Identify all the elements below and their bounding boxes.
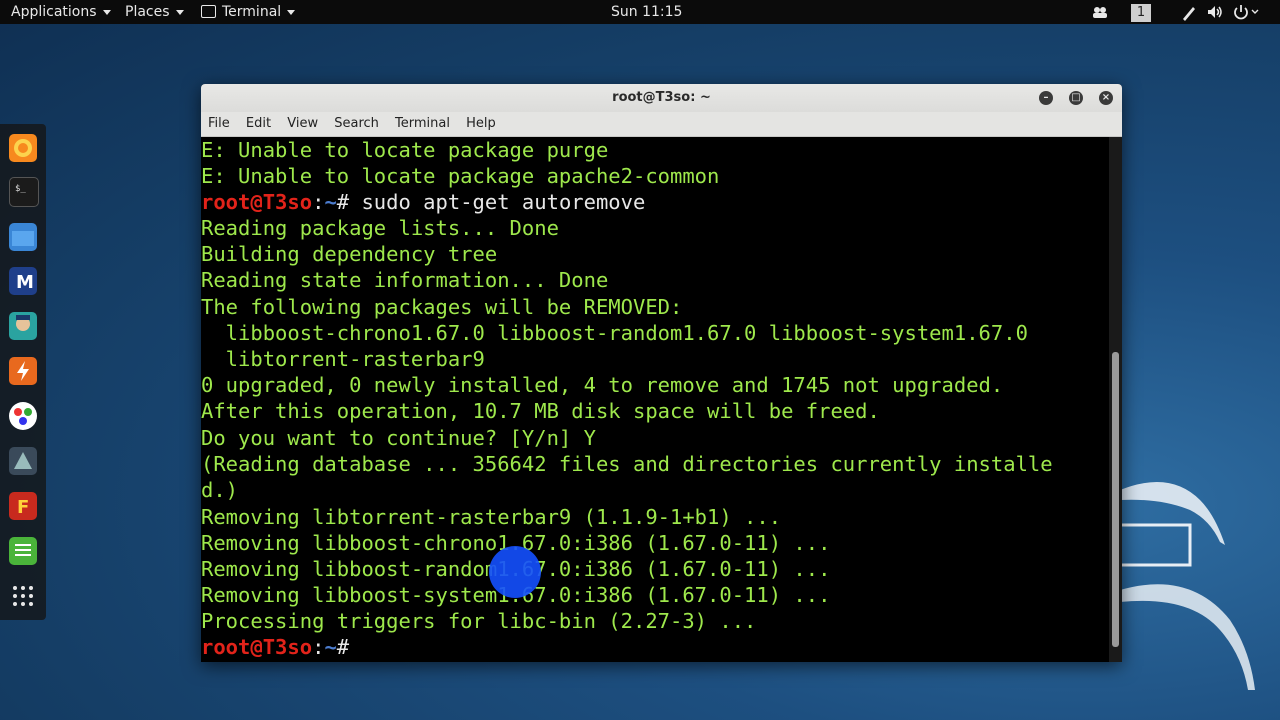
prompt-sep: : [312,190,325,214]
output-line: libtorrent-rasterbar9 [201,347,485,371]
output-line: E: Unable to locate package apache2-comm… [201,164,720,188]
menubar: File Edit View Search Terminal Help [201,112,1122,137]
output-line: Do you want to continue? [Y/n] Y [201,426,596,450]
output-line: Reading package lists... Done [201,216,559,240]
terminal-icon [201,4,216,18]
command-text: sudo apt-get autoremove [349,190,646,214]
current-prompt: root@T3so:~# [201,634,349,660]
menu-search[interactable]: Search [334,112,379,136]
applications-menu[interactable]: Applications [11,0,111,24]
beef-icon[interactable] [9,447,37,475]
top-panel: Applications Places Terminal Sun 11:15 1 [0,0,1280,24]
prompt-dir: ~ [324,635,337,659]
mouse-cursor-highlight [489,546,541,598]
command-line: root@T3so:~# sudo apt-get autoremove [201,189,645,215]
pen-icon[interactable] [1181,0,1197,24]
files-icon[interactable] [9,223,37,251]
workspace-number: 1 [1131,4,1151,22]
svg-text:$_: $_ [15,184,26,194]
svg-text:M: M [16,272,34,293]
svg-text:F: F [17,497,29,518]
output-line: Removing libtorrent-rasterbar9 (1.1.9-1+… [201,505,782,529]
output-line: libboost-chrono1.67.0 libboost-random1.6… [201,321,1028,345]
kali-dragon-logo [1120,482,1255,690]
scrollbar[interactable] [1109,137,1122,662]
terminal-window: root@T3so: ~ – □ × File Edit View Search… [201,84,1122,662]
output-line: 0 upgraded, 0 newly installed, 4 to remo… [201,373,1004,397]
terminal-app-menu[interactable]: Terminal [201,0,296,24]
power-icon[interactable] [1233,0,1261,24]
menu-terminal[interactable]: Terminal [395,112,450,136]
burpsuite-icon[interactable] [9,357,37,385]
faraday-icon[interactable]: F [9,492,37,520]
prompt-hash: # [336,635,350,659]
prompt-dir: ~ [324,190,337,214]
terminal-app-label: Terminal [222,4,282,20]
output-line: E: Unable to locate package purge [201,138,609,162]
prompt-user: root@T3so [201,635,313,659]
volume-icon[interactable] [1206,0,1224,24]
window-titlebar[interactable]: root@T3so: ~ – □ × [201,84,1122,112]
terminal-icon[interactable]: $_ [9,177,39,207]
scrollbar-thumb[interactable] [1112,352,1119,647]
window-title: root@T3so: ~ [612,90,711,105]
places-label: Places [125,4,170,20]
applications-label: Applications [11,4,97,20]
workspace-indicator[interactable]: 1 [1131,0,1151,24]
menu-file[interactable]: File [208,112,230,136]
metasploit-icon[interactable]: M [9,267,37,295]
leafpad-icon[interactable] [9,537,37,565]
output-line: The following packages will be REMOVED: [201,295,683,319]
users-icon[interactable] [1092,0,1108,24]
prompt-hash: # [336,190,350,214]
chevron-down-icon [102,9,111,15]
output-line: (Reading database ... 356642 files and d… [201,452,1053,476]
chevron-down-icon [287,9,296,15]
menu-help[interactable]: Help [466,112,496,136]
output-line: Reading state information... Done [201,268,609,292]
firefox-icon[interactable] [9,134,37,162]
prompt-sep: : [312,635,325,659]
places-menu[interactable]: Places [125,0,184,24]
menu-view[interactable]: View [287,112,318,136]
minimize-button[interactable]: – [1039,91,1053,105]
terminal-output[interactable]: E: Unable to locate package purge E: Una… [201,137,1109,662]
dock: $_ M F [0,124,46,620]
chevron-down-icon [175,9,184,15]
armitage-icon[interactable] [9,312,37,340]
maximize-button[interactable]: □ [1069,91,1083,105]
close-button[interactable]: × [1099,91,1113,105]
clock[interactable]: Sun 11:15 [611,0,682,24]
menu-edit[interactable]: Edit [246,112,271,136]
output-line: Building dependency tree [201,242,498,266]
maltego-icon[interactable] [9,402,37,430]
show-apps-icon[interactable] [9,582,37,610]
output-line: Processing triggers for libc-bin (2.27-3… [201,609,757,633]
output-line: After this operation, 10.7 MB disk space… [201,399,880,423]
prompt-user: root@T3so [201,190,313,214]
output-line: d.) [201,478,239,502]
